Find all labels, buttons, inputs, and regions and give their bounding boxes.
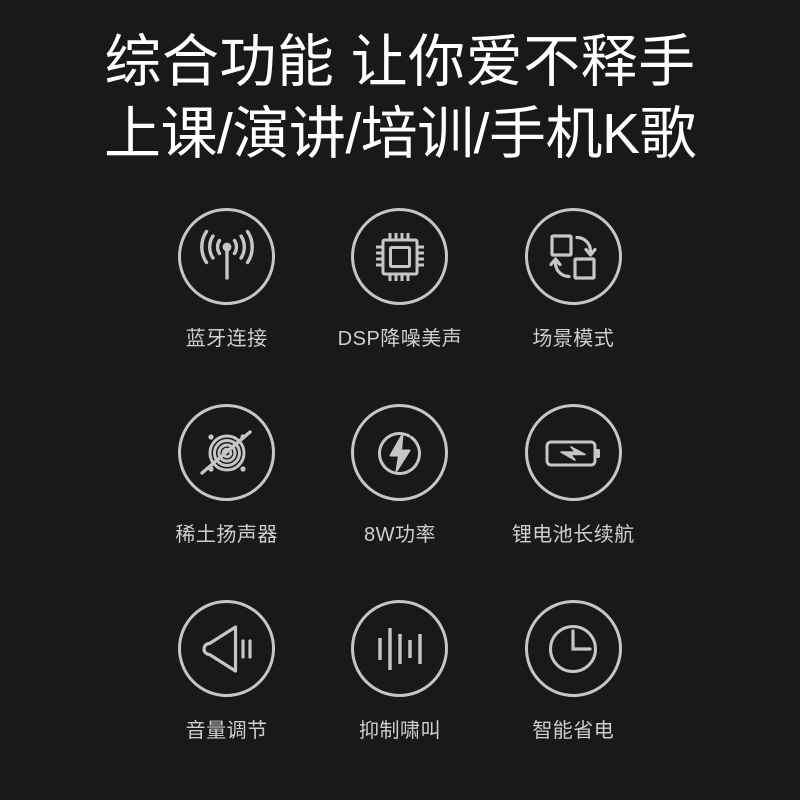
swap-squares-icon: [524, 208, 622, 305]
feature-grid: 蓝牙连接 DSP降噪美声 场景模式 稀土扬声器 8W功率 锂电池长续航 音量调节…: [140, 208, 660, 796]
feature-item-battery: 锂电池长续航: [487, 404, 660, 600]
feature-label: DSP降噪美声: [337, 328, 463, 350]
feature-item-howling-suppression: 抑制啸叫: [313, 600, 486, 796]
volume-icon: [178, 600, 276, 697]
feature-label: 音量调节: [185, 720, 268, 742]
feature-label: 抑制啸叫: [358, 720, 441, 742]
clock-icon: [524, 600, 622, 697]
feature-item-bluetooth: 蓝牙连接: [140, 208, 313, 404]
wifi-antenna-icon: [178, 208, 276, 305]
waveform-icon: [351, 600, 449, 697]
feature-item-dsp: DSP降噪美声: [313, 208, 486, 404]
chip-icon: [351, 208, 449, 305]
lightning-circle-icon: [351, 404, 449, 501]
feature-item-power-saving: 智能省电: [487, 600, 660, 796]
headline-primary: 综合功能 让你爱不释手: [104, 30, 696, 94]
feature-label: 8W功率: [363, 524, 436, 546]
feature-item-speaker-driver: 稀土扬声器: [140, 404, 313, 600]
feature-label: 稀土扬声器: [175, 524, 278, 546]
speaker-driver-icon: [178, 404, 276, 501]
feature-item-volume: 音量调节: [140, 600, 313, 796]
feature-item-power: 8W功率: [313, 404, 486, 600]
promo-feature-panel: 综合功能 让你爱不释手 上课/演讲/培训/手机K歌 蓝牙连接 DSP降噪美声 场…: [0, 0, 800, 800]
headline-secondary: 上课/演讲/培训/手机K歌: [103, 102, 697, 166]
battery-bolt-icon: [524, 404, 622, 501]
feature-item-scene-mode: 场景模式: [487, 208, 660, 404]
feature-label: 蓝牙连接: [185, 328, 268, 350]
feature-label: 场景模式: [532, 328, 615, 350]
feature-label: 智能省电: [532, 720, 615, 742]
headline-block: 综合功能 让你爱不释手 上课/演讲/培训/手机K歌: [0, 26, 800, 170]
feature-label: 锂电池长续航: [511, 524, 635, 546]
